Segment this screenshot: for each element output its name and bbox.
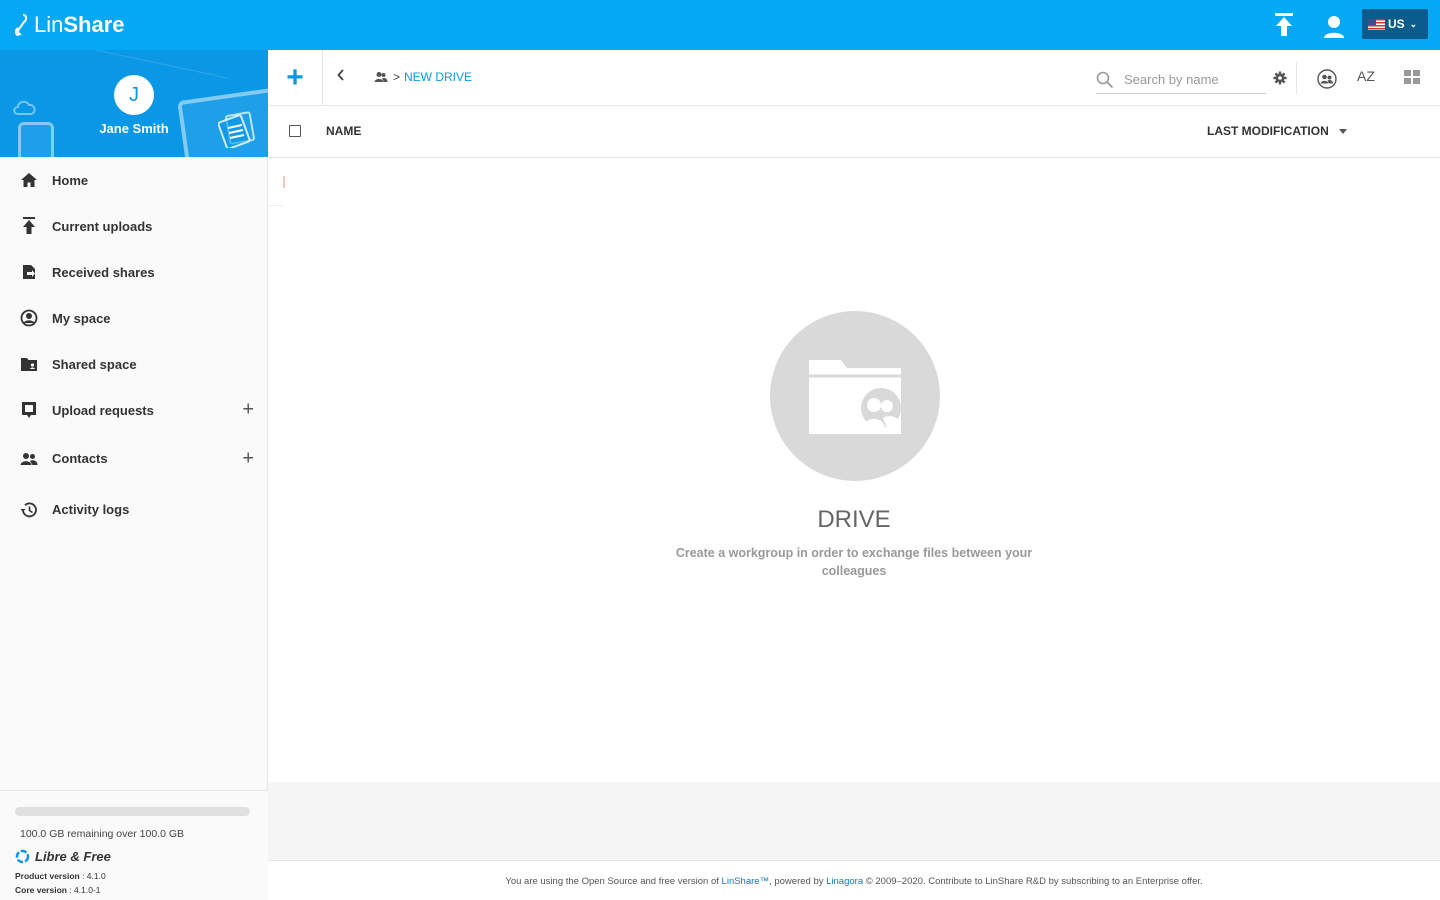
row-marker <box>283 176 285 188</box>
chevron-down-icon: ⌄ <box>1409 18 1418 29</box>
sidebar-item-upload-requests[interactable]: Upload requests + <box>0 387 268 433</box>
breadcrumb-current[interactable]: NEW DRIVE <box>404 70 472 84</box>
search-icon <box>1096 71 1114 88</box>
quota-text: 100.0 GB remaining over 100.0 GB <box>20 828 185 840</box>
select-all-checkbox[interactable] <box>289 125 301 137</box>
core-version-value: : 4.1.0-1 <box>66 885 101 895</box>
us-flag-icon <box>1368 18 1385 30</box>
footer-text-part: © 2009–2020. Contribute to LinShare R&D … <box>863 876 1203 887</box>
shared-folder-icon <box>20 355 38 373</box>
footer-text-part: You are using the Open Source and free v… <box>505 876 722 887</box>
avatar[interactable]: J <box>114 75 154 115</box>
logo-text-lin: Lin <box>34 12 64 37</box>
decoration-line <box>61 50 229 79</box>
footer: You are using the Open Source and free v… <box>268 860 1440 900</box>
empty-state-description: Create a workgroup in order to exchange … <box>675 546 1033 578</box>
column-header-last-modification[interactable]: LAST MODIFICATION <box>1207 124 1347 138</box>
edition-label: Libre & Free <box>35 849 111 864</box>
row-divider <box>268 205 284 206</box>
sidebar-item-shared-space[interactable]: Shared space <box>0 341 268 387</box>
language-selector[interactable]: US ⌄ <box>1362 9 1428 39</box>
quota-progress-bar <box>15 807 250 816</box>
core-version-label: Core version <box>15 885 67 895</box>
home-icon <box>20 171 38 189</box>
language-label: US <box>1388 17 1405 31</box>
account-circle-icon <box>20 309 38 327</box>
empty-state-title: DRIVE <box>817 506 891 533</box>
breadcrumb: > NEW DRIVE <box>374 70 472 84</box>
table-header: NAME LAST MODIFICATION <box>268 106 1440 158</box>
search-box <box>1096 66 1266 94</box>
footer-text: You are using the Open Source and free v… <box>268 876 1440 887</box>
add-upload-request-button[interactable]: + <box>242 399 254 422</box>
chevron-left-icon <box>337 69 344 81</box>
gear-icon[interactable] <box>1272 70 1288 86</box>
column-header-name[interactable]: NAME <box>326 124 361 138</box>
sidebar-item-contacts[interactable]: Contacts + <box>0 433 268 484</box>
upload-icon[interactable] <box>1272 12 1296 38</box>
product-version-value: : 4.1.0 <box>79 871 106 881</box>
workgroup-icon[interactable] <box>374 71 388 83</box>
breadcrumb-separator: > <box>393 70 401 84</box>
cloud-icon <box>13 100 36 115</box>
sort-caret-icon <box>1338 128 1347 134</box>
upload-request-icon <box>20 401 38 419</box>
upload-icon <box>20 217 38 235</box>
sidebar-item-label: Current uploads <box>52 218 153 234</box>
main-toolbar: + > NEW DRIVE AZ <box>268 50 1440 106</box>
edition-badge: Libre & Free <box>15 849 111 864</box>
sidebar: J Jane Smith Home Current uploads Receiv… <box>0 50 268 900</box>
shared-folder-icon <box>809 360 901 434</box>
core-version: Core version : 4.1.0-1 <box>15 885 101 895</box>
sidebar-item-label: Contacts <box>52 451 108 466</box>
logo-text-share: Share <box>63 12 125 37</box>
back-button[interactable] <box>336 68 352 88</box>
sidebar-item-received-shares[interactable]: Received shares <box>0 249 268 295</box>
grid-view-icon[interactable] <box>1404 69 1420 85</box>
linshare-logo[interactable]: Lin Share <box>14 11 125 39</box>
sidebar-item-label: My space <box>52 310 111 326</box>
link-icon <box>14 14 28 36</box>
profile-header: J Jane Smith <box>0 50 268 157</box>
product-version: Product version : 4.1.0 <box>15 871 106 881</box>
content-bottom-band <box>268 782 1440 860</box>
top-bar: Lin Share US ⌄ <box>0 0 1440 50</box>
profile-name: Jane Smith <box>99 121 169 136</box>
history-icon <box>20 501 38 519</box>
sidebar-item-label: Upload requests <box>52 402 154 418</box>
add-contact-button[interactable]: + <box>242 447 254 470</box>
footer-text-part: , powered by <box>769 876 827 887</box>
empty-state-illustration <box>770 311 940 481</box>
toolbar-divider <box>1296 62 1297 94</box>
search-input[interactable] <box>1124 72 1249 87</box>
received-shares-icon <box>20 263 38 281</box>
sidebar-item-current-uploads[interactable]: Current uploads <box>0 203 268 249</box>
linshare-link[interactable]: LinShare™ <box>722 876 770 887</box>
column-header-label: LAST MODIFICATION <box>1207 124 1329 138</box>
linagora-link[interactable]: Linagora <box>826 876 863 887</box>
sidebar-nav: Home Current uploads Received shares My … <box>0 157 268 535</box>
sort-az-button[interactable]: AZ <box>1357 68 1375 84</box>
user-icon[interactable] <box>1322 13 1346 39</box>
sidebar-item-my-space[interactable]: My space <box>0 295 268 341</box>
sidebar-item-label: Shared space <box>52 356 137 372</box>
add-button[interactable]: + <box>268 50 323 105</box>
members-icon[interactable] <box>1316 68 1338 90</box>
product-version-label: Product version <box>15 871 80 881</box>
sidebar-item-label: Home <box>52 172 89 188</box>
linshare-ring-icon <box>15 849 30 864</box>
quota-panel: 100.0 GB remaining over 100.0 GB Libre &… <box>0 790 268 900</box>
sidebar-item-label: Activity logs <box>52 502 130 517</box>
sidebar-item-home[interactable]: Home <box>0 157 268 203</box>
contacts-icon <box>20 450 38 468</box>
sidebar-item-activity-logs[interactable]: Activity logs <box>0 484 268 535</box>
sidebar-item-label: Received shares <box>52 264 155 280</box>
